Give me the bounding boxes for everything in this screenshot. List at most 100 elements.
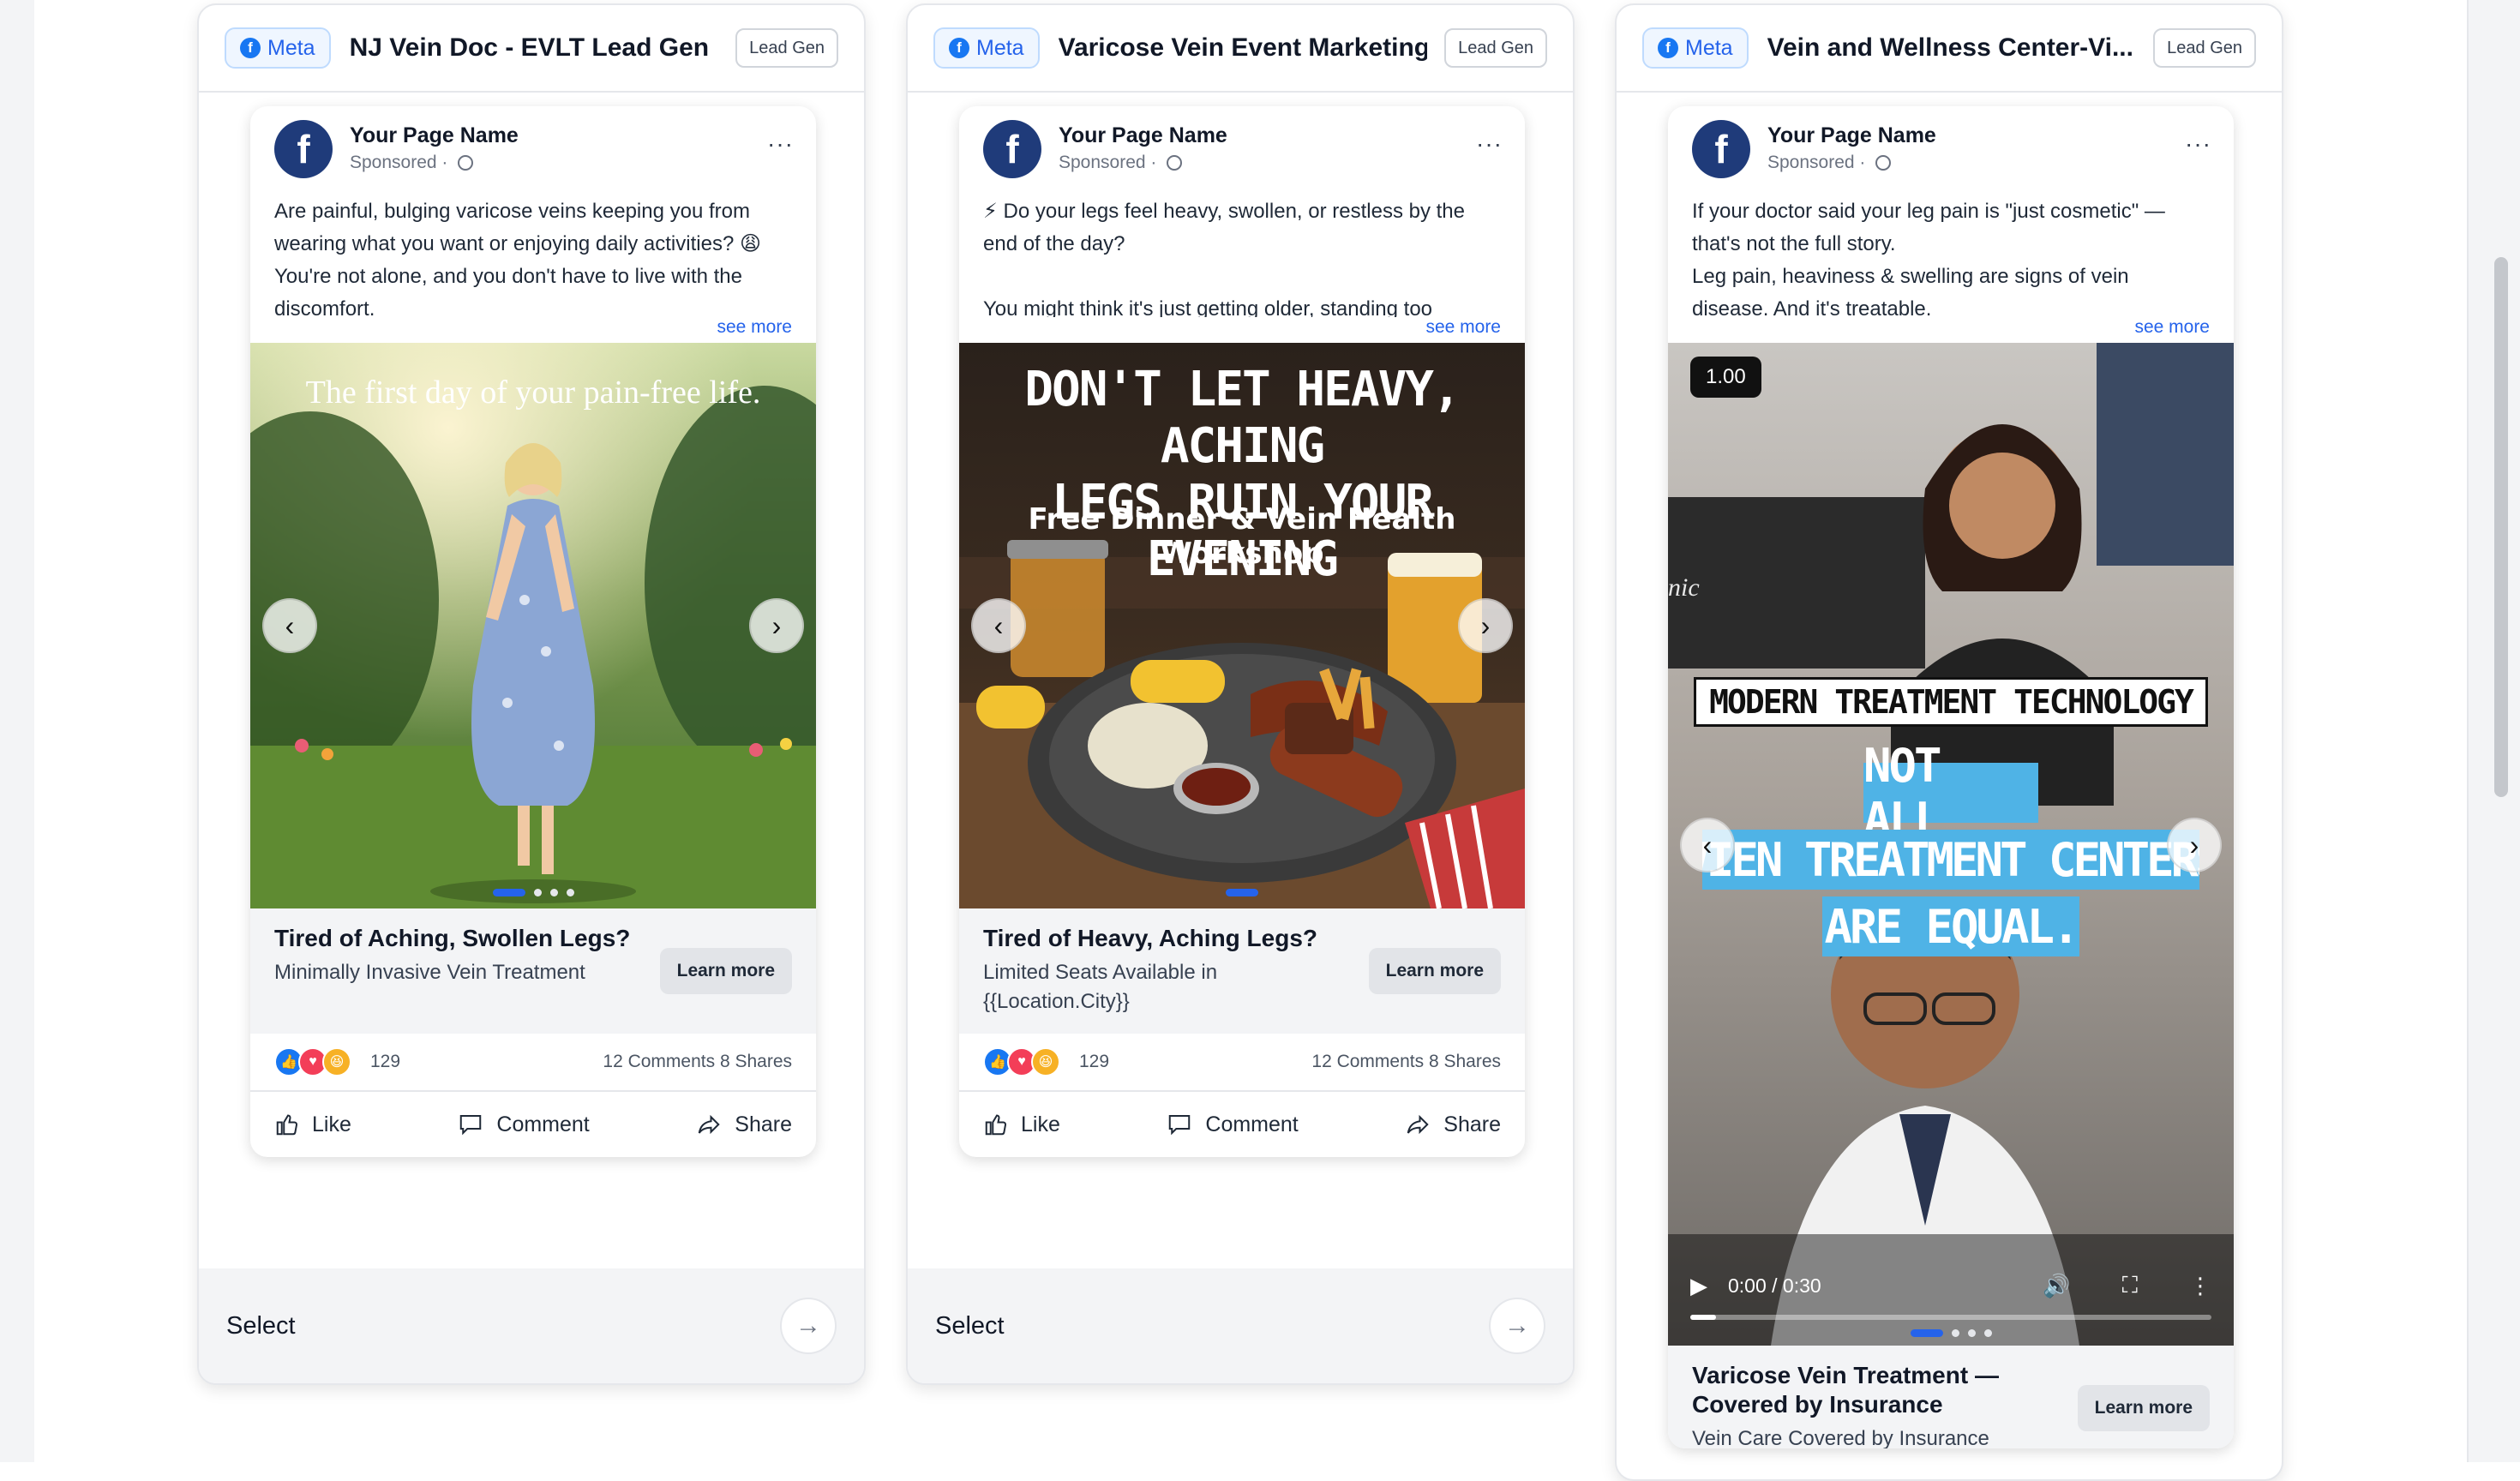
carousel-next-button[interactable]: ›	[2167, 818, 2222, 872]
carousel-dot[interactable]	[492, 889, 525, 896]
carousel-dot[interactable]	[1983, 1329, 1992, 1337]
carousel-dot[interactable]	[566, 889, 574, 896]
carousel-dot[interactable]	[1910, 1329, 1943, 1337]
comments-shares-count[interactable]: 12 Comments 8 Shares	[1311, 1052, 1501, 1072]
page-avatar-facebook-icon: f	[983, 120, 1041, 178]
sponsored-label: Sponsored ·	[1059, 153, 1183, 173]
fullscreen-icon[interactable]: ⛶	[2122, 1272, 2138, 1299]
platform-chip: f Meta	[1642, 27, 1749, 69]
arrow-right-icon[interactable]: →	[1489, 1298, 1545, 1354]
select-label: Select	[226, 1311, 296, 1340]
chevron-right-icon: ›	[1480, 609, 1491, 641]
scrollbar-track[interactable]	[2467, 0, 2520, 1462]
share-button[interactable]: Share	[695, 1112, 792, 1137]
platform-label: Meta	[976, 35, 1024, 60]
carousel-indicator	[959, 889, 1525, 896]
comment-label: Comment	[1205, 1112, 1299, 1136]
haha-reaction-icon: 😆	[1031, 1047, 1060, 1076]
more-options-icon[interactable]: ···	[2185, 130, 2211, 158]
like-label: Like	[312, 1112, 351, 1136]
ad-preview: f Your Page Name Sponsored · ··· Are pai…	[250, 106, 816, 1157]
comments-shares-count[interactable]: 12 Comments 8 Shares	[603, 1052, 792, 1072]
volume-icon[interactable]: 🔊	[2043, 1273, 2070, 1299]
carousel-image: DON'T LET HEAVY, ACHING LEGS RUIN YOUR E…	[959, 343, 1525, 908]
objective-badge: Lead Gen	[2153, 28, 2256, 68]
playback-speed-badge[interactable]: 1.00	[1690, 357, 1761, 398]
campaign-title: Vein and Wellness Center-Vi...	[1767, 33, 2133, 62]
post-text: If your doctor said your leg pain is "ju…	[1692, 200, 2165, 317]
campaign-title: NJ Vein Doc - EVLT Lead Gen	[349, 33, 710, 62]
objective-badge: Lead Gen	[1444, 28, 1547, 68]
facebook-icon: f	[1658, 38, 1678, 58]
ad-headline: Varicose Vein Treatment — Covered by Ins…	[1692, 1362, 1999, 1418]
more-vertical-icon[interactable]: ⋮	[2189, 1273, 2211, 1299]
carousel-prev-button[interactable]: ‹	[971, 598, 1026, 653]
carousel-prev-button[interactable]: ‹	[262, 598, 317, 653]
card-header: f Meta Vein and Wellness Center-Vi... Le…	[1617, 5, 2282, 93]
ad-headline: Tired of Heavy, Aching Legs?	[983, 925, 1318, 951]
campaign-title: Varicose Vein Event Marketing	[1058, 33, 1428, 62]
learn-more-button[interactable]: Learn more	[659, 948, 792, 994]
ad-headline: Tired of Aching, Swollen Legs?	[274, 925, 631, 951]
page-name: Your Page Name	[350, 123, 519, 147]
woman-in-garden-photo	[250, 343, 816, 908]
campaign-card[interactable]: f Meta NJ Vein Doc - EVLT Lead Gen Lead …	[197, 3, 866, 1385]
share-icon	[699, 1114, 720, 1135]
video-progress-track[interactable]	[1690, 1315, 2211, 1320]
campaign-card[interactable]: f Meta Varicose Vein Event Marketing Lea…	[906, 3, 1575, 1385]
reaction-count[interactable]: 129	[1079, 1052, 1109, 1072]
see-more-link[interactable]: see more	[1668, 317, 2234, 343]
carousel-prev-button[interactable]: ‹	[1680, 818, 1735, 872]
reactions-row: 👍 ♥ 😆 129 12 Comments 8 Shares	[959, 1034, 1525, 1092]
video-caption-3: VIEN TREATMENT CENTERS	[1702, 830, 2199, 890]
carousel-dot[interactable]	[1951, 1329, 1959, 1337]
carousel-image: The first day of your pain-free life. ‹ …	[250, 343, 816, 908]
card-header: f Meta NJ Vein Doc - EVLT Lead Gen Lead …	[199, 5, 864, 93]
select-bar[interactable]: Select →	[908, 1268, 1573, 1383]
share-label: Share	[1443, 1112, 1501, 1136]
comment-button[interactable]: Comment	[1166, 1112, 1299, 1137]
facebook-icon: f	[240, 38, 261, 58]
platform-chip: f Meta	[933, 27, 1040, 69]
learn-more-button[interactable]: Learn more	[1368, 948, 1501, 994]
carousel-next-button[interactable]: ›	[1458, 598, 1513, 653]
video-caption-4: ARE EQUAL.	[1822, 896, 2080, 956]
arrow-right-icon[interactable]: →	[780, 1298, 837, 1354]
like-button[interactable]: Like	[983, 1112, 1060, 1137]
reactions-row: 👍 ♥ 😆 129 12 Comments 8 Shares	[250, 1034, 816, 1092]
carousel-dot[interactable]	[1226, 889, 1258, 896]
ad-description: Limited Seats Available in {{Location.Ci…	[983, 961, 1218, 1013]
ad-preview: f Your Page Name Sponsored · ··· If your…	[1668, 106, 2234, 1448]
play-icon[interactable]: ▶	[1690, 1273, 1707, 1299]
video-player[interactable]: nic 1.00 MODERN TREATMENT TECHNOLOGY NOT…	[1668, 343, 2234, 1346]
video-time: 0:00 / 0:30	[1728, 1274, 1821, 1297]
chevron-left-icon: ‹	[1702, 829, 1713, 860]
reaction-count[interactable]: 129	[370, 1052, 400, 1072]
comment-button[interactable]: Comment	[457, 1112, 590, 1137]
video-progress-fill	[1690, 1315, 1717, 1320]
carousel-dot[interactable]	[1967, 1329, 1976, 1337]
like-button[interactable]: Like	[274, 1112, 351, 1137]
cta-bar: Tired of Aching, Swollen Legs? Minimally…	[250, 908, 816, 1034]
campaign-card[interactable]: f Meta Vein and Wellness Center-Vi... Le…	[1615, 3, 2283, 1481]
chevron-right-icon: ›	[771, 609, 782, 641]
more-options-icon[interactable]: ···	[1476, 130, 1503, 158]
facebook-icon: f	[949, 38, 969, 58]
cta-bar: Tired of Heavy, Aching Legs? Limited Sea…	[959, 908, 1525, 1034]
ad-preview: f Your Page Name Sponsored · ··· ⚡ Do yo…	[959, 106, 1525, 1157]
video-controls: ▶ 0:00 / 0:30 🔊 ⛶ ⋮	[1690, 1268, 2211, 1303]
select-bar[interactable]: Select →	[199, 1268, 864, 1383]
sponsored-label: Sponsored ·	[1767, 153, 1892, 173]
learn-more-button[interactable]: Learn more	[2077, 1385, 2210, 1431]
share-icon	[1407, 1114, 1429, 1135]
scrollbar-thumb[interactable]	[2494, 257, 2508, 797]
carousel-next-button[interactable]: ›	[749, 598, 804, 653]
carousel-dot[interactable]	[533, 889, 542, 896]
haha-reaction-icon: 😆	[322, 1047, 351, 1076]
see-more-link[interactable]: see more	[250, 317, 816, 343]
see-more-link[interactable]: see more	[959, 317, 1525, 343]
chevron-left-icon: ‹	[285, 609, 295, 641]
more-options-icon[interactable]: ···	[767, 130, 794, 158]
carousel-dot[interactable]	[549, 889, 558, 896]
share-button[interactable]: Share	[1404, 1112, 1501, 1137]
